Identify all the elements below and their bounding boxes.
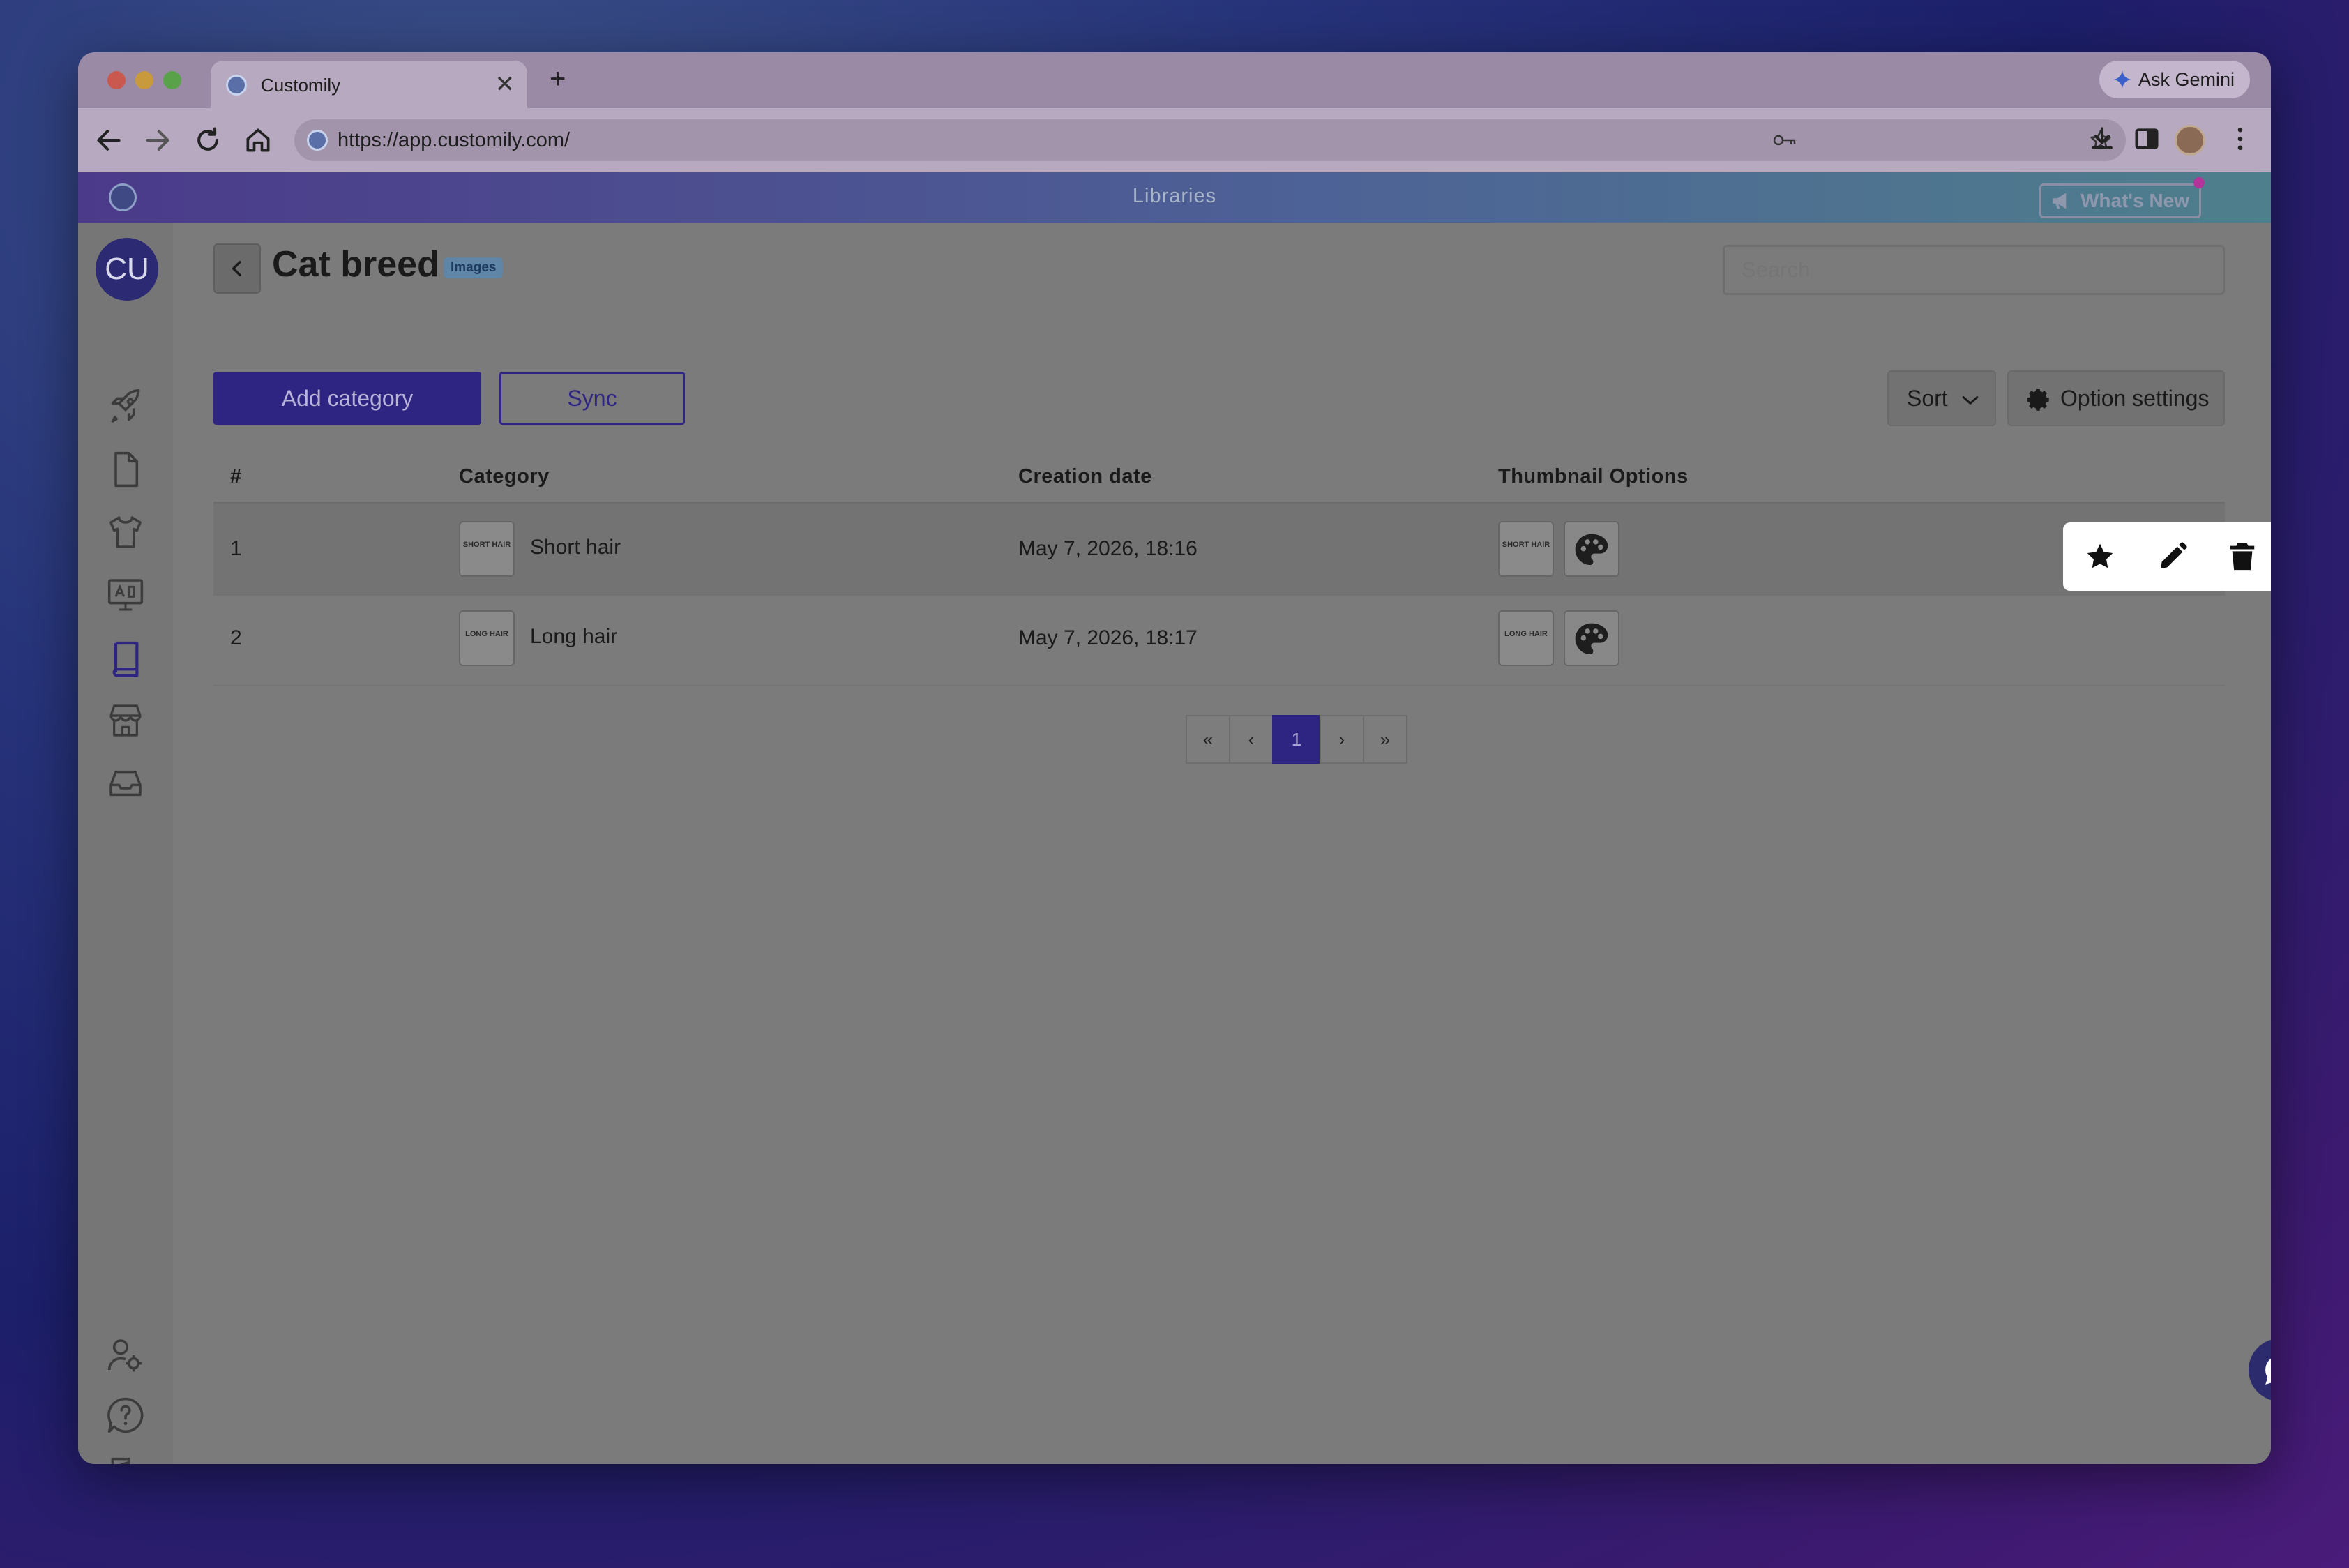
column-header-index: # (230, 465, 242, 488)
sync-button[interactable]: Sync (499, 372, 685, 425)
option-settings-label: Option settings (2060, 386, 2210, 411)
sort-label: Sort (1907, 386, 1948, 411)
pencil-edit-icon[interactable] (2157, 541, 2189, 573)
more-vertical-icon[interactable] (2225, 123, 2256, 154)
trash-icon[interactable] (2226, 541, 2258, 573)
category-name[interactable]: Long hair (530, 625, 617, 649)
logout-icon[interactable] (106, 1456, 145, 1464)
row-index: 2 (230, 626, 242, 649)
close-window-button[interactable] (107, 71, 126, 89)
app-header: Libraries What's New (78, 172, 2271, 223)
tshirt-icon[interactable] (106, 513, 145, 552)
browser-toolbar: https://app.customily.com/ (78, 108, 2271, 172)
whats-new-button[interactable]: What's New (2039, 177, 2205, 218)
page-title: Cat breed (272, 244, 439, 285)
table-header: # Category Creation date Thumbnail Optio… (213, 453, 2225, 504)
minimize-window-button[interactable] (135, 71, 153, 89)
new-tab-button[interactable]: + (550, 65, 566, 93)
help-icon[interactable] (106, 1396, 145, 1435)
download-icon[interactable] (2087, 123, 2117, 154)
thumbnail-option-image[interactable]: SHORT HAIR (1498, 521, 1554, 577)
thumbnail-text: SHORT HAIR (462, 541, 511, 549)
thumbnail-text: LONG HAIR (465, 630, 508, 638)
user-settings-icon[interactable] (106, 1336, 145, 1375)
thumbnail-option-text: SHORT HAIR (1502, 541, 1550, 549)
site-info-icon[interactable] (307, 130, 328, 151)
maximize-window-button[interactable] (163, 71, 181, 89)
file-icon[interactable] (106, 450, 145, 489)
creation-date: May 7, 2026, 18:16 (1018, 537, 1198, 560)
main-content: Cat breed Images Add category Sync Sort … (173, 223, 2271, 1464)
option-settings-button[interactable]: Option settings (2007, 370, 2225, 426)
ask-gemini-label: Ask Gemini (2138, 69, 2235, 90)
password-key-icon[interactable] (1773, 130, 1798, 150)
whats-new-label: What's New (2080, 190, 2189, 211)
tab-close-icon[interactable]: ✕ (495, 70, 515, 98)
chat-widget-button[interactable] (2249, 1339, 2271, 1401)
star-icon[interactable] (2084, 541, 2116, 573)
pagination-page-1[interactable]: 1 (1272, 715, 1321, 764)
thumbnail-option-color[interactable] (1564, 521, 1619, 577)
sidebar: CU (78, 223, 175, 1464)
gemini-spark-icon (2113, 70, 2131, 89)
store-icon[interactable] (106, 701, 145, 740)
chat-bubble-icon (2265, 1358, 2271, 1385)
forward-arrow-icon[interactable] (142, 125, 173, 156)
browser-window: Customily ✕ + Ask Gemini https://app.cus… (78, 52, 2271, 1464)
table-row[interactable]: 1 SHORT HAIR Short hair May 7, 2026, 18:… (213, 504, 2225, 596)
pagination-first[interactable]: « (1186, 715, 1230, 764)
section-title: Libraries (1132, 185, 1217, 207)
side-panel-icon[interactable] (2131, 123, 2162, 154)
category-name[interactable]: Short hair (530, 536, 621, 559)
ask-gemini-button[interactable]: Ask Gemini (2099, 61, 2250, 98)
category-thumbnail: LONG HAIR (459, 610, 515, 666)
home-icon[interactable] (243, 125, 273, 156)
table-row[interactable]: 2 LONG HAIR Long hair May 7, 2026, 18:17… (213, 594, 2225, 686)
inbox-icon[interactable] (106, 764, 145, 803)
reload-icon[interactable] (192, 125, 223, 156)
notification-dot (2193, 177, 2205, 188)
chevron-left-icon (232, 260, 241, 277)
sort-dropdown[interactable]: Sort (1887, 370, 1996, 426)
rocket-icon[interactable] (106, 387, 145, 426)
pagination-last[interactable]: » (1363, 715, 1407, 764)
palette-icon (1575, 623, 1608, 654)
back-button[interactable] (213, 243, 261, 294)
tab-bar: Customily ✕ + Ask Gemini (78, 52, 2271, 108)
address-bar[interactable]: https://app.customily.com/ (294, 119, 2126, 161)
column-header-thumbnail-options: Thumbnail Options (1498, 465, 1689, 488)
back-arrow-icon[interactable] (93, 125, 124, 156)
pagination-prev[interactable]: ‹ (1229, 715, 1274, 764)
column-header-creation-date: Creation date (1018, 465, 1152, 488)
chevron-down-icon (1962, 396, 1979, 405)
url-text: https://app.customily.com/ (338, 129, 571, 151)
palette-icon (1575, 534, 1608, 565)
row-index: 1 (230, 537, 242, 560)
customily-favicon-icon (226, 75, 247, 96)
user-avatar[interactable]: CU (96, 238, 158, 301)
thumbnail-option-text: LONG HAIR (1504, 630, 1548, 638)
search-input[interactable] (1723, 245, 2225, 295)
library-type-badge: Images (444, 257, 504, 278)
browser-tab[interactable]: Customily ✕ (211, 61, 527, 108)
megaphone-icon (2053, 193, 2067, 209)
creation-date: May 7, 2026, 18:17 (1018, 626, 1198, 649)
category-thumbnail: SHORT HAIR (459, 521, 515, 577)
row-actions-toolbar (2063, 522, 2271, 591)
pagination-next[interactable]: › (1320, 715, 1364, 764)
column-header-category: Category (459, 465, 550, 488)
monitor-icon[interactable] (106, 575, 145, 615)
add-category-button[interactable]: Add category (213, 372, 481, 425)
book-icon[interactable] (106, 638, 145, 677)
thumbnail-option-color[interactable] (1564, 610, 1619, 666)
profile-avatar[interactable] (2175, 125, 2205, 156)
gear-icon (2027, 389, 2049, 411)
tab-title: Customily (261, 75, 341, 96)
thumbnail-option-image[interactable]: LONG HAIR (1498, 610, 1554, 666)
